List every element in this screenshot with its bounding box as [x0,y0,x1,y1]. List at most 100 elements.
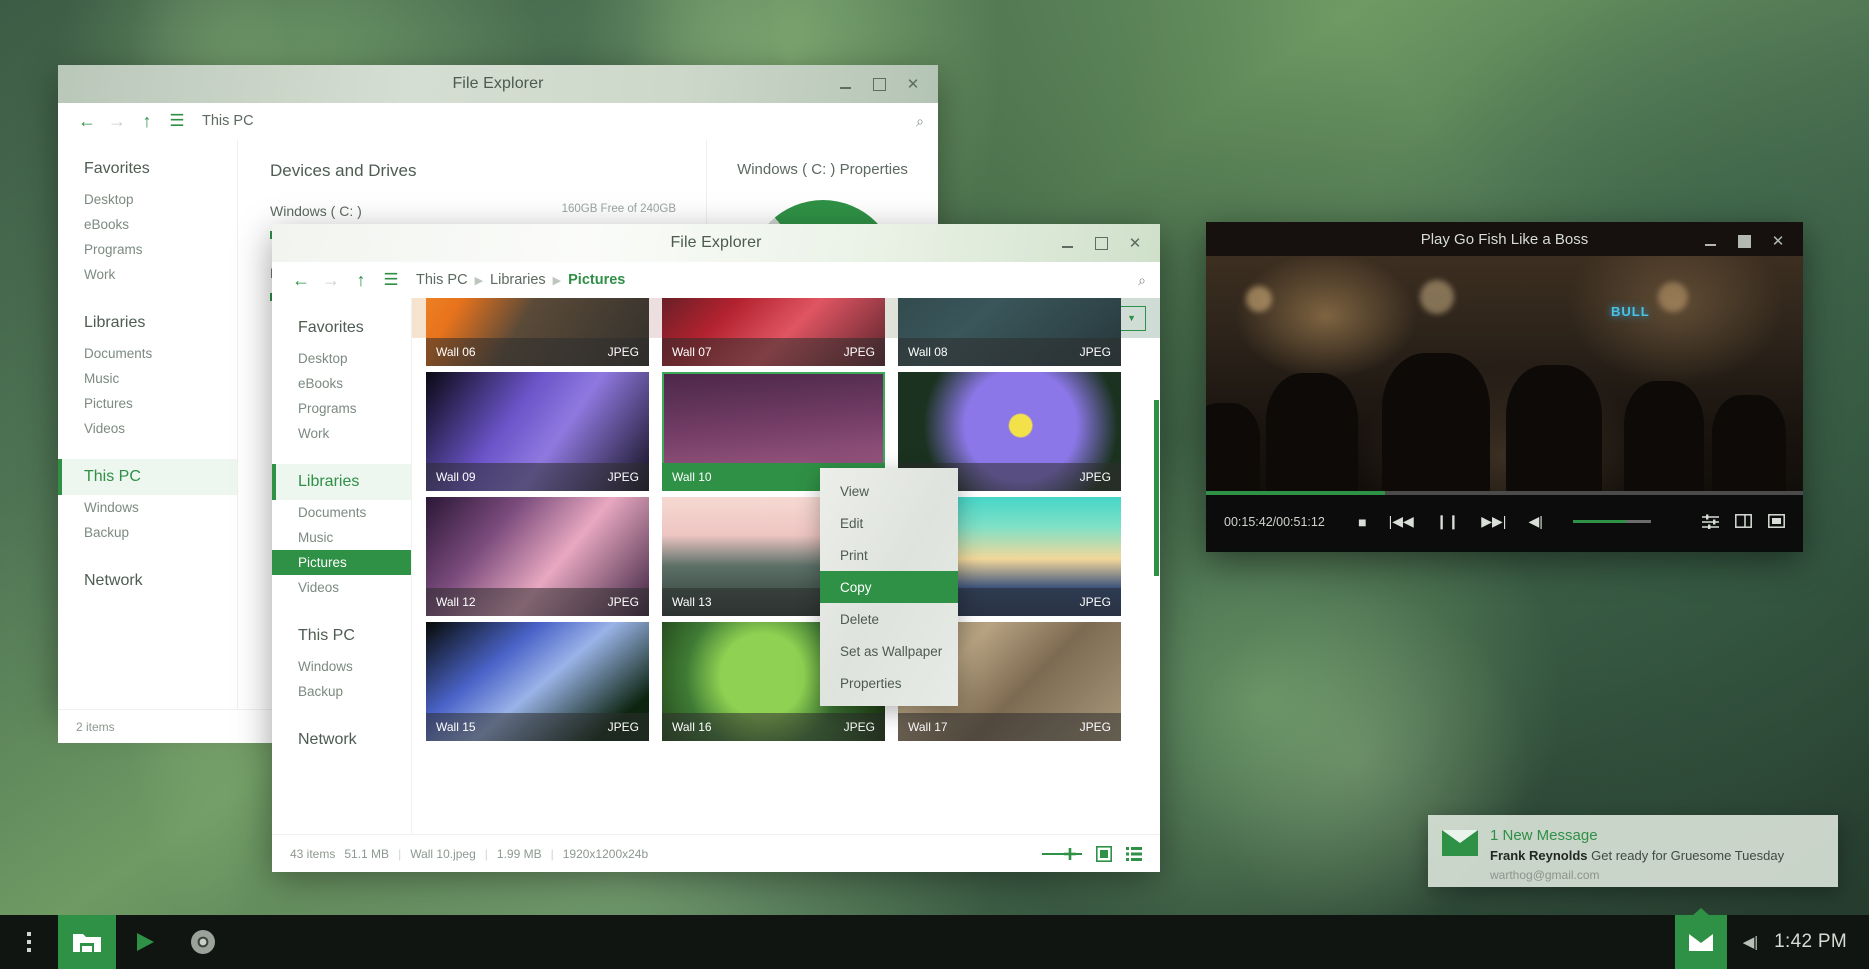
volume-icon[interactable]: ◀| [1528,513,1542,530]
close-button[interactable]: ✕ [1763,227,1793,255]
file-explorer-window-front[interactable]: File Explorer ✕ ← → ↑ ☰ This PC ▶ Librar… [272,224,1160,869]
sidebar-item-programs[interactable]: Programs [272,396,411,421]
sidebar-item-backup[interactable]: Backup [58,520,237,545]
notification-toast[interactable]: 1 New Message Frank Reynolds Get ready f… [1428,815,1838,887]
sidebar-item-ebooks[interactable]: eBooks [58,212,237,237]
vertical-scrollbar[interactable] [1153,338,1160,834]
stop-button[interactable]: ■ [1358,514,1366,530]
tray-mail-icon[interactable] [1675,915,1727,969]
sidebar-item-desktop[interactable]: Desktop [272,346,411,371]
breadcrumb-item-pictures[interactable]: Pictures [568,272,625,288]
forward-icon[interactable]: → [102,111,132,132]
breadcrumb-item-this-pc[interactable]: This PC [416,272,468,288]
thumbnail-item[interactable]: Wall 06JPEG [426,298,649,366]
context-menu-item-view[interactable]: View [820,475,958,507]
taskbar[interactable]: ◀| 1:42 PM [0,915,1869,969]
toast-email: warthog@gmail.com [1490,866,1784,884]
forward-icon[interactable]: → [316,270,346,291]
sidebar-item-documents[interactable]: Documents [272,500,411,525]
thumbnail-item[interactable]: Wall 08JPEG [898,298,1121,366]
sidebar-item-favorites[interactable]: Favorites [272,310,411,346]
close-button[interactable]: ✕ [1120,229,1150,257]
search-icon[interactable]: ⌕ [1138,272,1146,289]
taskbar-item-file-explorer[interactable] [58,915,116,969]
thumbnail-caption: Wall 15JPEG [426,713,649,741]
sidebar-item-pictures[interactable]: Pictures [58,391,237,416]
sidebar-item-music[interactable]: Music [58,366,237,391]
sidebar-item-pictures[interactable]: Pictures [272,550,411,575]
breadcrumb-front[interactable]: This PC ▶ Libraries ▶ Pictures [416,272,625,288]
equalizer-icon[interactable] [1702,514,1719,529]
up-icon[interactable]: ↑ [132,111,162,132]
sidebar-front[interactable]: FavoritesDesktopeBooksProgramsWork Librar… [272,298,412,834]
thumbnail-grid[interactable]: Wall 06JPEGWall 07JPEGWall 08JPEG Wall 09… [412,298,1160,741]
previous-button[interactable]: |◀◀ [1389,513,1414,530]
sidebar-item-backup[interactable]: Backup [272,679,411,704]
sidebar-item-windows[interactable]: Windows [58,495,237,520]
taskbar-item-media-player[interactable] [116,915,174,969]
tiles-view-icon[interactable] [1096,846,1112,862]
sidebar-item-documents[interactable]: Documents [58,341,237,366]
context-menu-item-set-as-wallpaper[interactable]: Set as Wallpaper [820,635,958,667]
thumbnail-item[interactable]: Wall 12JPEG [426,497,649,616]
media-player-window[interactable]: Play Go Fish Like a Boss ✕ BULL 00:15:42… [1206,222,1803,552]
video-surface[interactable]: BULL [1206,256,1803,491]
context-menu-item-edit[interactable]: Edit [820,507,958,539]
pause-button[interactable]: ❙❙ [1436,513,1459,530]
fullscreen-icon[interactable] [1768,514,1785,528]
context-menu-item-properties[interactable]: Properties [820,667,958,699]
minimize-button[interactable] [1695,227,1725,255]
sidebar-item-network[interactable]: Network [58,563,237,599]
sidebar-item-libraries[interactable]: Libraries [272,464,411,500]
sidebar-item-network[interactable]: Network [272,722,411,758]
breadcrumb-item-libraries[interactable]: Libraries [490,272,546,288]
scrollbar-thumb[interactable] [1154,400,1159,576]
back-icon[interactable]: ← [72,111,102,132]
next-button[interactable]: ▶▶| [1481,513,1506,530]
hamburger-menu-icon[interactable]: ☰ [376,270,406,290]
sidebar-item-programs[interactable]: Programs [58,237,237,262]
context-menu-item-delete[interactable]: Delete [820,603,958,635]
breadcrumb-back[interactable]: This PC [202,113,254,129]
zoom-slider-icon[interactable] [1042,847,1082,861]
close-button[interactable]: ✕ [898,70,928,98]
sidebar-item-this-pc[interactable]: This PC [272,618,411,654]
back-icon[interactable]: ← [286,270,316,291]
sidebar-item-windows[interactable]: Windows [272,654,411,679]
context-menu-item-print[interactable]: Print [820,539,958,571]
sidebar-item-videos[interactable]: Videos [58,416,237,441]
sidebar-item-desktop[interactable]: Desktop [58,187,237,212]
sidebar-item-this-pc[interactable]: This PC [58,459,237,495]
context-menu[interactable]: ViewEditPrintCopyDeleteSet as WallpaperP… [820,468,958,706]
thumbnail-item[interactable]: Wall 07JPEG [662,298,885,366]
maximize-button[interactable] [864,70,894,98]
sidebar-item-libraries[interactable]: Libraries [58,305,237,341]
taskbar-item-chrome[interactable] [174,915,232,969]
context-menu-item-copy[interactable]: Copy [820,571,958,603]
sidebar-item-work[interactable]: Work [272,421,411,446]
sidebar-item-videos[interactable]: Videos [272,575,411,600]
volume-slider[interactable] [1573,520,1651,523]
thumbnail-filetype: JPEG [1080,595,1111,609]
sidebar-item-ebooks[interactable]: eBooks [272,371,411,396]
maximize-button[interactable] [1086,229,1116,257]
sidebar-back[interactable]: FavoritesDesktopeBooksProgramsWork Librar… [58,139,238,709]
breadcrumb-item[interactable]: This PC [202,113,254,129]
sidebar-item-work[interactable]: Work [58,262,237,287]
list-view-icon[interactable] [1126,846,1142,862]
thumbnail-item[interactable]: Wall 15JPEG [426,622,649,741]
hamburger-menu-icon[interactable]: ☰ [162,111,192,131]
thumbnail-item[interactable]: Wall 09JPEG [426,372,649,491]
minimize-button[interactable] [830,70,860,98]
app-menu-dots-icon[interactable] [0,915,58,969]
playlist-panel-icon[interactable] [1735,514,1752,528]
maximize-button[interactable] [1729,227,1759,255]
tray-volume-icon[interactable]: ◀| [1743,933,1758,951]
up-icon[interactable]: ↑ [346,270,376,291]
sidebar-item-music[interactable]: Music [272,525,411,550]
minimize-button[interactable] [1052,229,1082,257]
window-body-front: FavoritesDesktopeBooksProgramsWork Librar… [272,298,1160,834]
sidebar-item-favorites[interactable]: Favorites [58,151,237,187]
search-icon[interactable]: ⌕ [916,113,924,130]
clock[interactable]: 1:42 PM [1774,931,1847,953]
